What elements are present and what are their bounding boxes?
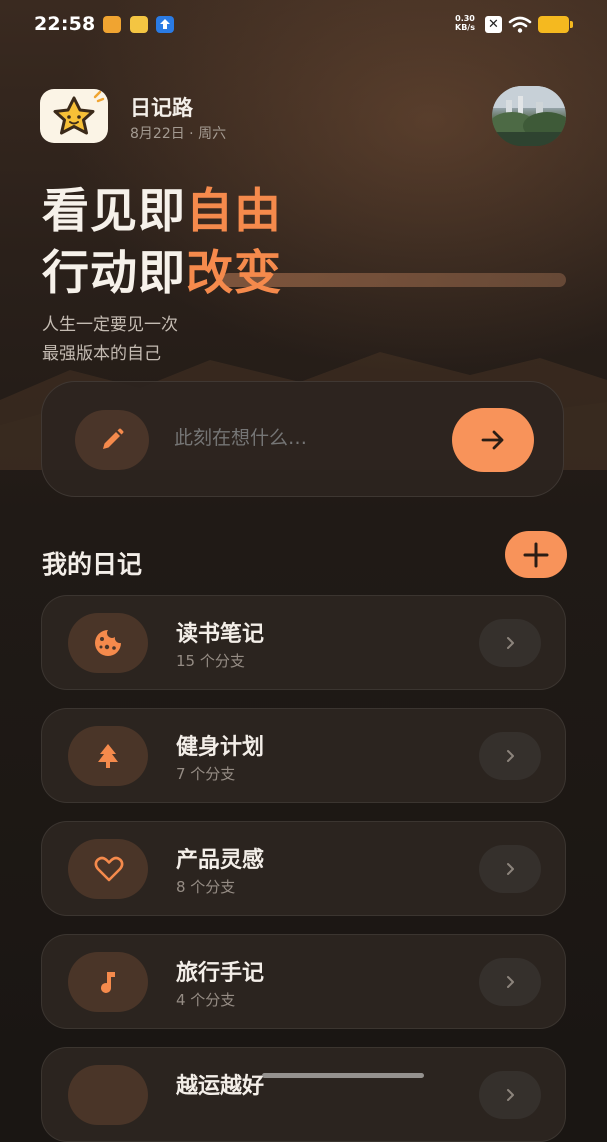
- diary-title: 健身计划: [176, 735, 265, 760]
- hero-line-1-prefix: 看见即: [42, 184, 186, 239]
- hero-subtitle-2: 最强版本的自己: [42, 344, 161, 364]
- home-indicator[interactable]: [262, 1073, 424, 1078]
- diary-icon-badge: [68, 1065, 148, 1125]
- network-speed-unit: KB/s: [455, 23, 475, 32]
- notification-folder-icon: [103, 16, 121, 33]
- thought-composer[interactable]: [41, 381, 564, 497]
- diary-title: 越运越好: [176, 1074, 265, 1099]
- diary-card-luck[interactable]: 越运越好: [41, 1047, 566, 1142]
- status-time: 22:58: [34, 13, 96, 35]
- chevron-right-icon: [507, 976, 514, 988]
- music-note-icon: [101, 972, 115, 993]
- arrow-right-icon: [481, 430, 504, 450]
- app-logo: [40, 89, 108, 143]
- diary-icon-badge: [68, 839, 148, 899]
- app-name: 日记路: [130, 96, 193, 120]
- status-bar: 22:58 0.30 KB/s ✕: [0, 0, 607, 50]
- chevron-right-icon: [507, 1089, 514, 1101]
- diary-card-product[interactable]: 产品灵感 8 个分支: [41, 821, 566, 916]
- diary-icon-badge: [68, 952, 148, 1012]
- open-diary-button[interactable]: [479, 1071, 541, 1119]
- diary-card-fitness[interactable]: 健身计划 7 个分支: [41, 708, 566, 803]
- diary-branch-count: 7 个分支: [176, 765, 236, 783]
- network-speed-value: 0.30: [455, 14, 475, 23]
- diary-card-reading[interactable]: 读书笔记 15 个分支: [41, 595, 566, 690]
- section-title: 我的日记: [42, 550, 143, 579]
- hero-subtitle-1: 人生一定要见一次: [42, 315, 178, 335]
- star-icon: [53, 90, 105, 135]
- user-avatar[interactable]: [492, 86, 566, 146]
- notification-app-icon: [130, 16, 148, 33]
- chevron-right-icon: [507, 750, 514, 762]
- open-diary-button[interactable]: [479, 732, 541, 780]
- battery-icon: [538, 16, 573, 33]
- chevron-right-icon: [507, 863, 514, 875]
- diary-branch-count: 4 个分支: [176, 991, 236, 1009]
- pencil-icon: [103, 428, 124, 449]
- open-diary-button[interactable]: [479, 619, 541, 667]
- tree-icon: [98, 744, 118, 768]
- header-date: 8月22日 · 周六: [130, 126, 227, 142]
- diary-title: 读书笔记: [176, 622, 265, 647]
- cookie-icon: [95, 630, 121, 656]
- hero-line-2-accent: 改变: [186, 246, 282, 301]
- city-photo-icon: [492, 86, 566, 146]
- wifi-icon: [508, 16, 532, 33]
- heart-icon: [94, 856, 124, 882]
- network-speed: 0.30 KB/s: [450, 14, 480, 32]
- upload-arrow-icon: [156, 16, 174, 33]
- add-diary-button[interactable]: [505, 531, 567, 578]
- hero-line-1: 看见即自由: [42, 172, 282, 241]
- open-diary-button[interactable]: [479, 958, 541, 1006]
- diary-icon-badge: [68, 726, 148, 786]
- diary-title: 产品灵感: [176, 848, 265, 873]
- hero-line-2-prefix: 行动即: [42, 246, 186, 301]
- thought-input[interactable]: [174, 427, 424, 449]
- diary-branch-count: 15 个分支: [176, 652, 245, 670]
- diary-card-travel[interactable]: 旅行手记 4 个分支: [41, 934, 566, 1029]
- pencil-button[interactable]: [75, 410, 149, 470]
- open-diary-button[interactable]: [479, 845, 541, 893]
- chevron-right-icon: [507, 637, 514, 649]
- diary-title: 旅行手记: [176, 961, 265, 986]
- hero-line-2: 行动即改变: [42, 234, 282, 303]
- close-square-icon: ✕: [485, 16, 502, 33]
- diary-icon-badge: [68, 613, 148, 673]
- submit-thought-button[interactable]: [452, 408, 534, 472]
- diary-branch-count: 8 个分支: [176, 878, 236, 896]
- plus-icon: [523, 542, 549, 568]
- hero-line-1-accent: 自由: [186, 184, 282, 239]
